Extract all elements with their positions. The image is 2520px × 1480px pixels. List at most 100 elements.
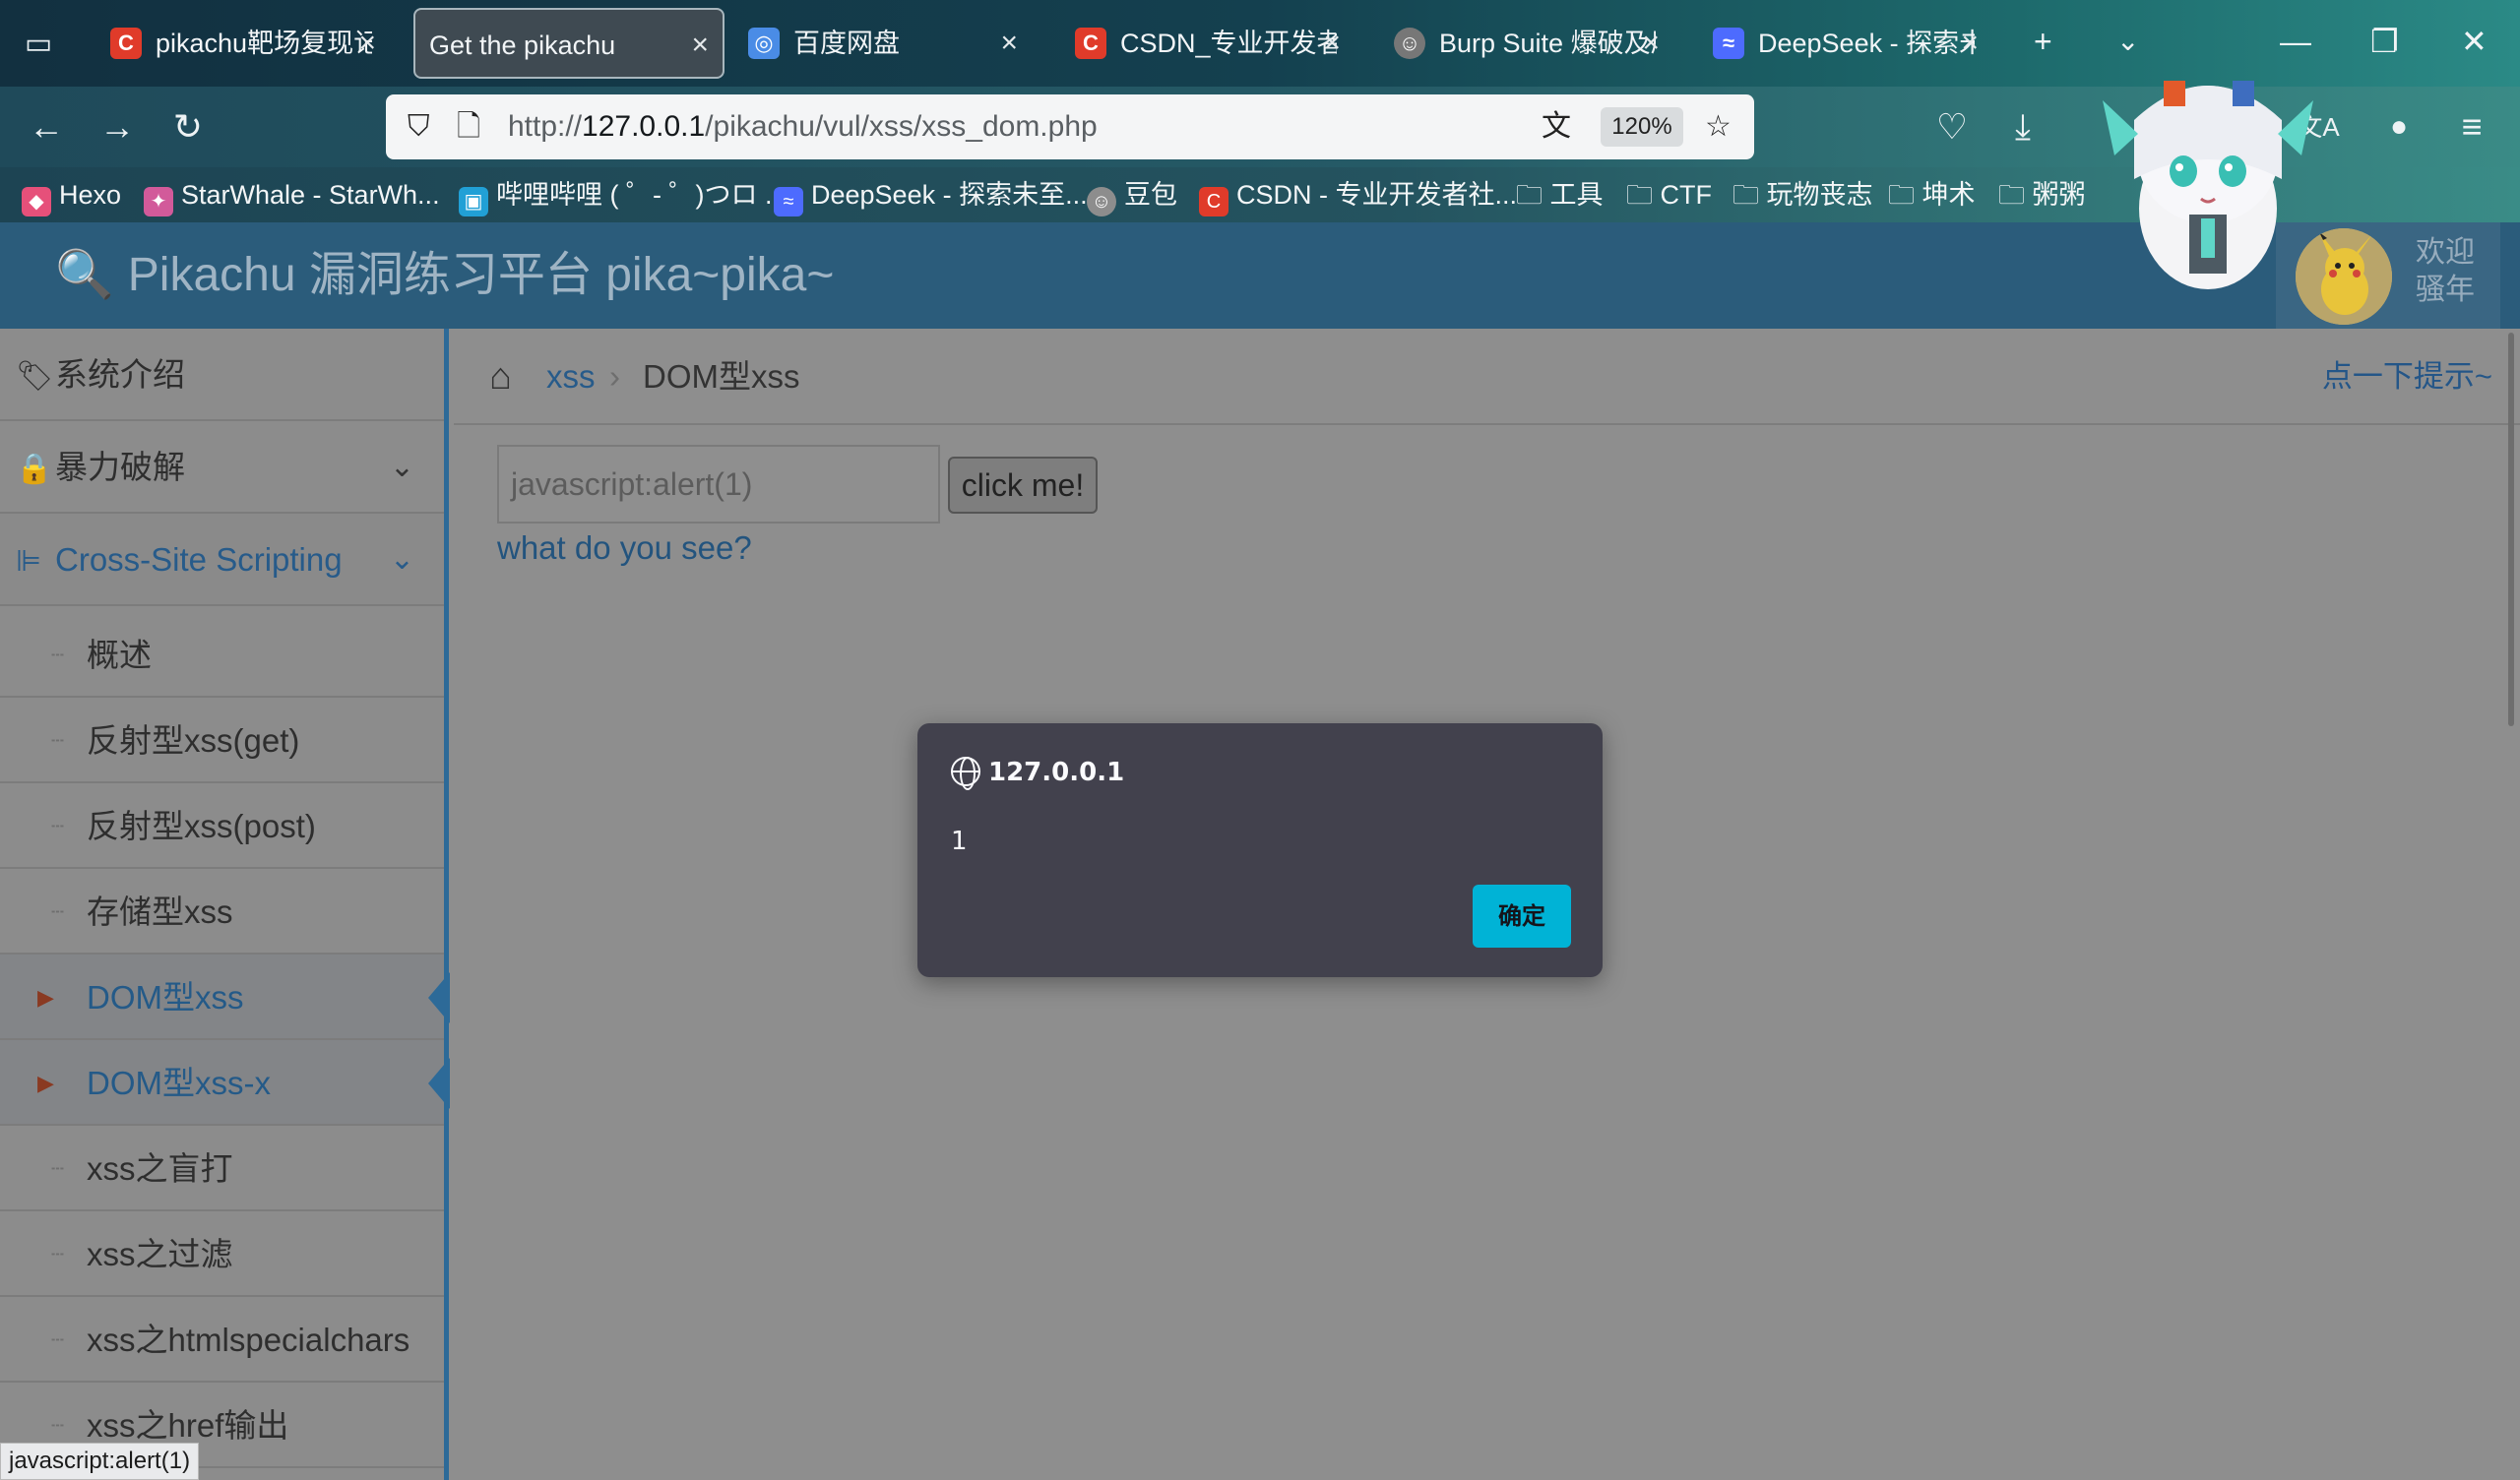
close-tab-icon[interactable]: ×	[1642, 8, 1660, 79]
alert-origin: 127.0.0.1	[951, 753, 1124, 792]
browser-tab[interactable]: ≈ DeepSeek - 探索未 ×	[1697, 8, 1992, 79]
translate-icon[interactable]: 文	[1542, 110, 1571, 144]
sidebar-subitem[interactable]: ┄ xss之htmlspecialchars	[0, 1297, 444, 1383]
csdn-icon: C	[1075, 28, 1106, 59]
menu-icon[interactable]: ≡	[2449, 104, 2494, 150]
sidebar: 🏷系统介绍 🔒暴力破解 ⌄ ⊫ Cross-Site Scripting ⌄ ┄ 概…	[0, 329, 450, 1480]
forward-icon[interactable]: →	[94, 104, 140, 150]
sidebar-subitem[interactable]: ┄ 反射型xss(get)	[0, 698, 444, 783]
close-tab-icon[interactable]: ×	[1323, 8, 1341, 79]
avatar-icon: ☺	[1394, 28, 1425, 59]
folder-icon: 🗀	[1888, 180, 1922, 210]
tab-label: pikachu靶场复现记	[156, 29, 372, 58]
close-tab-icon[interactable]: ×	[691, 10, 709, 77]
breadcrumb-separator: ›	[609, 358, 620, 395]
bookmark-deepseek[interactable]: ≈ DeepSeek - 探索未至...	[774, 175, 1088, 216]
bookmark-bilibili[interactable]: ▣ 哔哩哔哩 ( ゜- ゜)つロ ...	[459, 175, 787, 216]
page-info-icon[interactable]: 🗋	[457, 110, 480, 144]
bookmark-hexo[interactable]: ◆ Hexo	[22, 175, 121, 216]
starwhale-icon: ✦	[144, 187, 173, 216]
tab-label: 百度网盘	[793, 29, 900, 58]
extension-icon[interactable]: ●	[2376, 104, 2422, 150]
tree-dot-icon: ┄	[51, 1327, 65, 1352]
doubao-icon: ☺	[1087, 187, 1116, 216]
url-bar[interactable]: ⛉ 🗋 http://127.0.0.1/pikachu/vul/xss/xss…	[386, 94, 1754, 159]
deepseek-icon: ≈	[1713, 28, 1744, 59]
browser-tab-active[interactable]: Get the pikachu ×	[413, 8, 724, 79]
tab-label: Burp Suite 爆破及原	[1439, 29, 1656, 58]
sidebar-item-intro[interactable]: 🏷系统介绍	[0, 329, 444, 421]
reload-icon[interactable]: ↻	[165, 104, 211, 150]
bookmark-starwhale[interactable]: ✦ StarWhale - StarWh...	[144, 175, 440, 216]
bookmark-label: CTF	[1660, 180, 1712, 210]
restore-icon[interactable]: ❐	[2370, 22, 2399, 61]
hexo-icon: ◆	[22, 187, 51, 216]
back-icon[interactable]: ←	[24, 104, 69, 150]
zoom-level-badge[interactable]: 120%	[1601, 107, 1683, 147]
tab-list-icon[interactable]: ▭	[18, 24, 59, 65]
pocket-icon[interactable]: ♡	[1929, 104, 1975, 150]
bookmark-star-icon[interactable]: ☆	[1705, 110, 1732, 144]
site-title-text: Pikachu 漏洞练习平台 pika~pika~	[127, 249, 835, 301]
status-bar-url: javascript:alert(1)	[0, 1443, 200, 1480]
sidebar-subitem-label: DOM型xss-x	[87, 1065, 271, 1101]
close-tab-icon[interactable]: ×	[358, 8, 376, 79]
browser-tab[interactable]: ☺ Burp Suite 爆破及原 ×	[1378, 8, 1673, 79]
url-text[interactable]: http://127.0.0.1/pikachu/vul/xss/xss_dom…	[508, 108, 1098, 146]
bookmark-folder-kunshu[interactable]: 🗀 坤术	[1888, 175, 1976, 215]
page-scrollbar[interactable]	[2508, 333, 2514, 726]
click-me-button[interactable]: click me!	[948, 457, 1098, 514]
tree-dot-icon: ┄	[51, 899, 65, 924]
sidebar-item-label: Cross-Site Scripting	[55, 541, 343, 578]
anime-mascot-image	[2103, 81, 2313, 289]
close-window-icon[interactable]: ✕	[2461, 22, 2488, 61]
close-tab-icon[interactable]: ×	[1000, 8, 1018, 79]
tags-icon: 🏷	[16, 360, 54, 393]
browser-tab[interactable]: C pikachu靶场复现记 ×	[94, 8, 390, 79]
globe-icon	[951, 757, 980, 790]
sidebar-subitem[interactable]: ┄ 概述	[0, 612, 444, 698]
tree-dot-icon: ┄	[51, 1242, 65, 1266]
sidebar-subitem-active[interactable]: ▶ DOM型xss-x	[0, 1040, 450, 1126]
sidebar-item-xss[interactable]: ⊫ Cross-Site Scripting ⌄	[0, 514, 444, 606]
site-title[interactable]: 🔍 Pikachu 漏洞练习平台 pika~pika~	[55, 246, 834, 305]
bookmark-folder-zhouzhou[interactable]: 🗀 粥粥	[1998, 175, 2086, 215]
browser-tab[interactable]: ◎ 百度网盘 ×	[732, 8, 1032, 79]
deepseek-icon: ≈	[774, 187, 803, 216]
url-path: /pikachu/vul/xss/xss_dom.php	[705, 110, 1098, 143]
sidebar-subitem-label: 反射型xss(post)	[87, 808, 316, 844]
shield-icon[interactable]: ⛉	[408, 110, 430, 144]
folder-icon: 🗀	[1732, 180, 1767, 210]
alert-origin-text: 127.0.0.1	[988, 758, 1125, 787]
sidebar-subitem[interactable]: ┄ xss之盲打	[0, 1126, 444, 1211]
minimize-icon[interactable]: —	[2280, 22, 2311, 61]
sidebar-subitem[interactable]: ┄ xss之过滤	[0, 1211, 444, 1297]
alert-dialog: 127.0.0.1 1 确定	[917, 723, 1603, 977]
breadcrumb-link-xss[interactable]: xss	[546, 354, 596, 400]
sidebar-subitem[interactable]: ┄ 反射型xss(post)	[0, 783, 444, 869]
download-icon[interactable]: ⤓	[2000, 104, 2046, 150]
close-tab-icon[interactable]: ×	[1961, 8, 1979, 79]
browser-tab[interactable]: C CSDN_专业开发者社 ×	[1059, 8, 1354, 79]
caret-right-icon: ▶	[37, 985, 54, 1010]
home-icon[interactable]: ⌂	[489, 354, 512, 400]
baidu-netdisk-icon: ◎	[748, 28, 780, 59]
bookmark-doubao[interactable]: ☺ 豆包	[1087, 175, 1177, 216]
bookmark-folder-ctf[interactable]: 🗀 CTF	[1626, 175, 1712, 215]
bookmark-folder-fun[interactable]: 🗀 玩物丧志	[1732, 175, 1873, 215]
new-tab-button[interactable]: +	[2034, 22, 2052, 61]
tab-label: Get the pikachu	[429, 31, 616, 60]
alert-ok-button[interactable]: 确定	[1473, 885, 1571, 948]
hint-link[interactable]: 点一下提示~	[2322, 354, 2492, 400]
sidebar-subitem[interactable]: ┄ 存储型xss	[0, 869, 444, 955]
what-do-you-see-link[interactable]: what do you see?	[497, 525, 752, 571]
list-all-tabs-icon[interactable]: ⌄	[2116, 22, 2139, 61]
bookmark-folder-tools[interactable]: 🗀 工具	[1516, 175, 1604, 215]
dom-xss-input[interactable]: javascript:alert(1)	[497, 445, 940, 524]
sidebar-item-brute-force[interactable]: 🔒暴力破解 ⌄	[0, 421, 444, 514]
sidebar-subitem-label: xss之过滤	[87, 1236, 233, 1272]
tree-dot-icon: ┄	[51, 814, 65, 838]
bookmark-csdn[interactable]: C CSDN - 专业开发者社...	[1199, 175, 1517, 216]
sidebar-subitem-active[interactable]: ▶ DOM型xss	[0, 955, 450, 1040]
tree-dot-icon: ┄	[51, 1156, 65, 1181]
